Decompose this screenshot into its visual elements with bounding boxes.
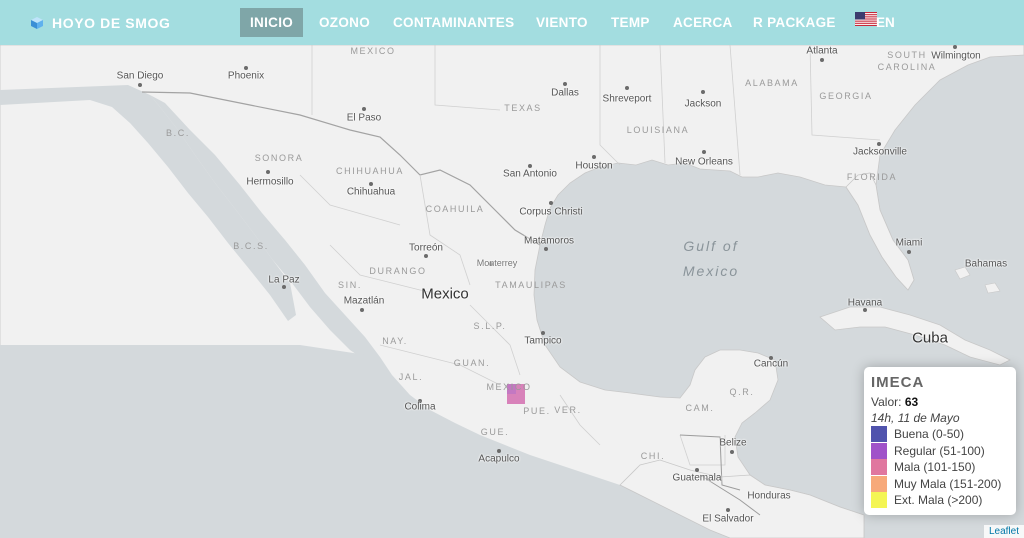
region-label: GEORGIA bbox=[819, 91, 873, 101]
legend-swatch bbox=[871, 459, 887, 476]
city-label: Atlanta bbox=[806, 45, 838, 57]
city-label: El Salvador bbox=[702, 513, 754, 525]
legend-row-ext-mala: Ext. Mala (>200) bbox=[871, 492, 1009, 509]
city-label: Wilmington bbox=[931, 50, 981, 62]
region-label: Q.R. bbox=[729, 387, 755, 397]
legend-timestamp: 14h, 11 de Mayo bbox=[871, 411, 960, 425]
legend-swatch bbox=[871, 442, 887, 459]
city-label: Corpus Christi bbox=[519, 206, 583, 218]
nav-contaminantes[interactable]: CONTAMINANTES bbox=[383, 8, 524, 37]
city-label: Jackson bbox=[684, 98, 722, 110]
region-label: CHIHUAHUA bbox=[336, 166, 404, 176]
city-label: Hermosillo bbox=[246, 176, 294, 188]
region-label: CHI. bbox=[640, 451, 666, 461]
city-label: San Antonio bbox=[503, 168, 557, 180]
region-label: TAMAULIPAS bbox=[495, 280, 567, 290]
region-label: VER. bbox=[554, 405, 582, 415]
city-label: New Orleans bbox=[675, 156, 733, 168]
region-label: COAHUILA bbox=[425, 204, 485, 214]
us-flag-icon[interactable] bbox=[855, 12, 877, 26]
legend-value-line: Valor: 63 bbox=[871, 394, 1009, 410]
florida bbox=[845, 172, 915, 291]
legend-row-buena: Buena (0-50) bbox=[871, 426, 1009, 443]
city-label: El Paso bbox=[346, 112, 382, 124]
nav-ozono[interactable]: OZONO bbox=[309, 8, 380, 37]
city-label: Havana bbox=[847, 297, 883, 309]
legend-label: Regular (51-100) bbox=[894, 443, 985, 458]
brand-label: HOYO DE SMOG bbox=[52, 14, 171, 31]
value-number: 63 bbox=[904, 395, 919, 409]
city-label: Chihuahua bbox=[346, 186, 396, 198]
value-label: Valor: bbox=[871, 395, 902, 409]
legend-label: Buena (0-50) bbox=[894, 427, 965, 442]
region-label: SIN. bbox=[338, 280, 362, 290]
city-label: Tampico bbox=[524, 335, 562, 347]
city-label: Shreveport bbox=[602, 93, 652, 105]
legend-row-muy-mala: Muy Mala (151-200) bbox=[871, 475, 1009, 493]
sea-label: Gulf of Mexico bbox=[682, 238, 740, 279]
city-label: Jacksonville bbox=[853, 146, 907, 158]
legend-swatch bbox=[871, 475, 887, 492]
city-label: Mazatlán bbox=[343, 295, 385, 307]
city-label: San Diego bbox=[116, 70, 164, 82]
city-label: Acapulco bbox=[478, 453, 520, 465]
navbar: HOYO DE SMOG INICIO OZONO CONTAMINANTES … bbox=[0, 0, 1024, 45]
region-label: NAY. bbox=[382, 336, 408, 346]
city-label: Monterrey bbox=[476, 258, 518, 268]
legend-row-regular: Regular (51-100) bbox=[871, 442, 1009, 460]
cube-icon bbox=[31, 16, 43, 29]
city-label: Matamoros bbox=[523, 235, 575, 247]
brand-link[interactable]: HOYO DE SMOG bbox=[30, 0, 170, 45]
city-label: Dallas bbox=[551, 87, 579, 99]
legend-label: Muy Mala (151-200) bbox=[894, 476, 1002, 491]
nav-r-package[interactable]: R PACKAGE bbox=[743, 8, 846, 37]
leaflet-attribution-link[interactable]: Leaflet bbox=[983, 525, 1024, 538]
city-label: Phoenix bbox=[227, 70, 265, 82]
city-label: Bahamas bbox=[964, 258, 1008, 270]
region-label: GUAN. bbox=[453, 358, 491, 368]
region-label: GUE. bbox=[480, 427, 510, 437]
region-label: CAM. bbox=[685, 403, 715, 413]
city-label: Cancún bbox=[753, 358, 789, 370]
region-label: DURANGO bbox=[369, 266, 427, 276]
city-label: Miami bbox=[895, 237, 923, 249]
city-label: Belize bbox=[719, 437, 747, 449]
region-label: TEXAS bbox=[504, 103, 542, 113]
region-label: ALABAMA bbox=[745, 78, 799, 88]
legend-row-mala: Mala (101-150) bbox=[871, 459, 1009, 476]
imeca-legend: IMECA Valor: 63 14h, 11 de Mayo Buena (0… bbox=[864, 367, 1016, 515]
legend-label: Ext. Mala (>200) bbox=[894, 493, 983, 508]
region-label: JAL. bbox=[398, 372, 424, 382]
legend-label: Mala (101-150) bbox=[894, 460, 976, 475]
nav-temp[interactable]: TEMP bbox=[601, 8, 660, 37]
city-label: Colima bbox=[404, 401, 436, 413]
region-label: S.L.P. bbox=[473, 321, 507, 331]
city-label: La Paz bbox=[268, 274, 300, 286]
region-label: LOUISIANA bbox=[626, 125, 690, 135]
city-label: Honduras bbox=[747, 490, 791, 502]
country-label: Mexico bbox=[421, 285, 469, 303]
nav-inicio[interactable]: INICIO bbox=[240, 8, 304, 37]
region-label: PUE. bbox=[523, 406, 551, 416]
city-label: Torreón bbox=[409, 242, 443, 254]
city-label: Houston bbox=[575, 160, 613, 172]
region-label: MEXICO bbox=[350, 46, 396, 56]
region-label: FLORIDA bbox=[846, 172, 898, 182]
language-switch[interactable]: EN bbox=[876, 8, 895, 37]
country-label: Cuba bbox=[912, 329, 948, 347]
region-label: B.C.S. bbox=[233, 241, 269, 251]
city-label: Guatemala bbox=[672, 472, 722, 484]
region-label: SONORA bbox=[254, 153, 304, 163]
region-label: MEXICO bbox=[486, 382, 532, 392]
legend-swatch bbox=[871, 492, 887, 509]
nav-acerca[interactable]: ACERCA bbox=[663, 8, 743, 37]
nav-viento[interactable]: VIENTO bbox=[526, 8, 598, 37]
region-label: B.C. bbox=[166, 128, 190, 138]
legend-swatch bbox=[871, 426, 887, 443]
legend-title: IMECA bbox=[871, 374, 925, 391]
